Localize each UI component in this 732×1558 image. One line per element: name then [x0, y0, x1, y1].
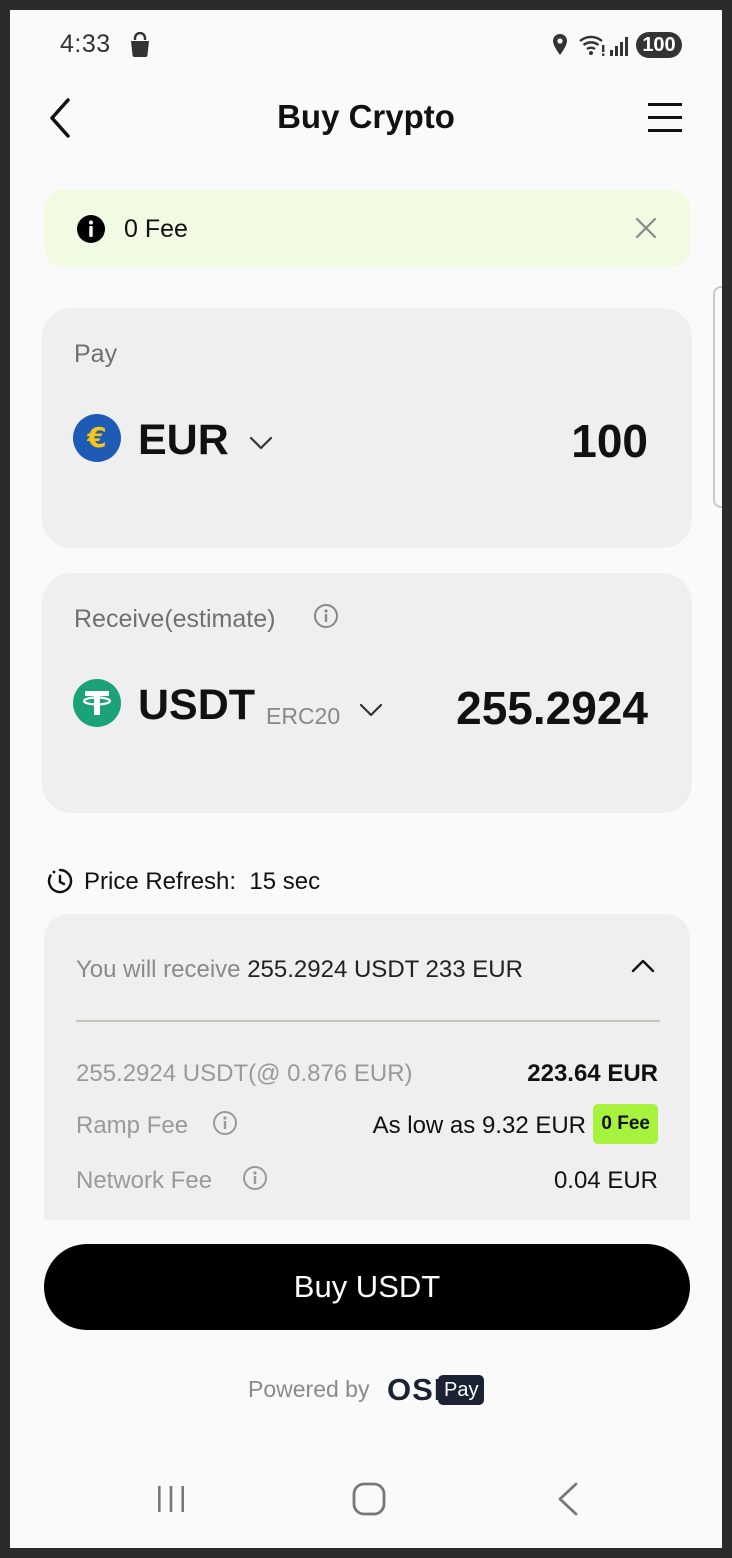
pay-label: Pay	[74, 340, 118, 368]
powered-by-text: Powered by	[248, 1376, 370, 1402]
rate-value: 223.64 EUR	[527, 1060, 658, 1087]
ramp-fee-info-icon[interactable]	[212, 1110, 238, 1136]
location-icon	[553, 34, 567, 55]
home-icon[interactable]	[350, 1480, 388, 1518]
tether-icon	[73, 679, 121, 727]
svg-text:€: €	[86, 421, 106, 454]
network-fee-label: Network Fee	[76, 1167, 213, 1194]
timer-icon	[47, 868, 73, 894]
price-refresh-text: Price Refresh: 15 sec	[84, 868, 320, 896]
price-refresh-value: 15 sec	[249, 868, 321, 895]
close-icon[interactable]	[630, 212, 662, 244]
recents-icon[interactable]	[154, 1482, 188, 1516]
ramp-fee-value: As low as 9.32 EUR	[372, 1112, 586, 1139]
page-title: Buy Crypto	[277, 98, 455, 135]
receive-card: Receive(estimate) USDT ERC20 255.2924	[42, 573, 692, 813]
network-fee-value: 0.04 EUR	[553, 1167, 658, 1194]
status-time: 4:33	[60, 30, 111, 58]
receive-label: Receive(estimate)	[74, 605, 276, 633]
osl-pay-logo: Pay	[438, 1375, 485, 1405]
app-screen: 4:33 100 Buy Crypto 0 Fee Pay € EUR 100 …	[10, 10, 722, 1548]
pay-amount-input[interactable]: 100	[571, 414, 648, 468]
hamburger-menu-icon[interactable]	[646, 98, 686, 138]
euro-coin-icon: €	[73, 414, 121, 462]
wifi-icon	[579, 35, 605, 56]
nav-back-icon[interactable]	[554, 1480, 582, 1518]
notice-text: 0 Fee	[124, 215, 188, 243]
info-icon	[77, 215, 105, 243]
buy-usdt-button[interactable]: Buy USDT	[44, 1244, 690, 1330]
receive-network-tag: ERC20	[266, 703, 341, 729]
zero-fee-notice: 0 Fee	[44, 190, 690, 267]
price-refresh-label: Price Refresh:	[84, 868, 237, 895]
summary-highlight: 255.2924 USDT 233 EUR	[247, 956, 523, 983]
scroll-edge	[713, 286, 722, 508]
receive-currency-chevron-down-icon[interactable]	[358, 701, 384, 719]
rate-label: 255.2924 USDT(@ 0.876 EUR)	[76, 1060, 413, 1087]
zero-fee-badge: 0 Fee	[593, 1104, 658, 1144]
network-fee-info-icon[interactable]	[242, 1165, 268, 1191]
summary-divider	[76, 1020, 660, 1022]
summary-prefix: You will receive	[76, 956, 241, 983]
battery-indicator: 100	[636, 32, 682, 58]
receive-amount: 255.2924	[456, 682, 648, 734]
powered-by-footer: Powered by OSL Pay	[10, 1372, 722, 1412]
chevron-up-icon[interactable]	[630, 956, 656, 976]
status-bar: 4:33 100	[10, 10, 722, 80]
shopping-bag-icon	[131, 32, 149, 57]
app-header: Buy Crypto	[10, 80, 722, 160]
system-nav-bar	[10, 1460, 722, 1540]
ramp-fee-label: Ramp Fee	[76, 1112, 189, 1139]
pay-currency-chevron-down-icon[interactable]	[248, 434, 274, 452]
pay-card: Pay € EUR 100	[42, 308, 692, 548]
pay-currency-code: EUR	[138, 416, 229, 464]
receive-currency-code: USDT	[138, 681, 256, 729]
order-summary: You will receive 255.2924 USDT 233 EUR 2…	[44, 914, 690, 1220]
receive-info-icon[interactable]	[313, 603, 339, 629]
summary-header: You will receive 255.2924 USDT 233 EUR	[76, 956, 523, 984]
signal-icon	[610, 37, 628, 56]
